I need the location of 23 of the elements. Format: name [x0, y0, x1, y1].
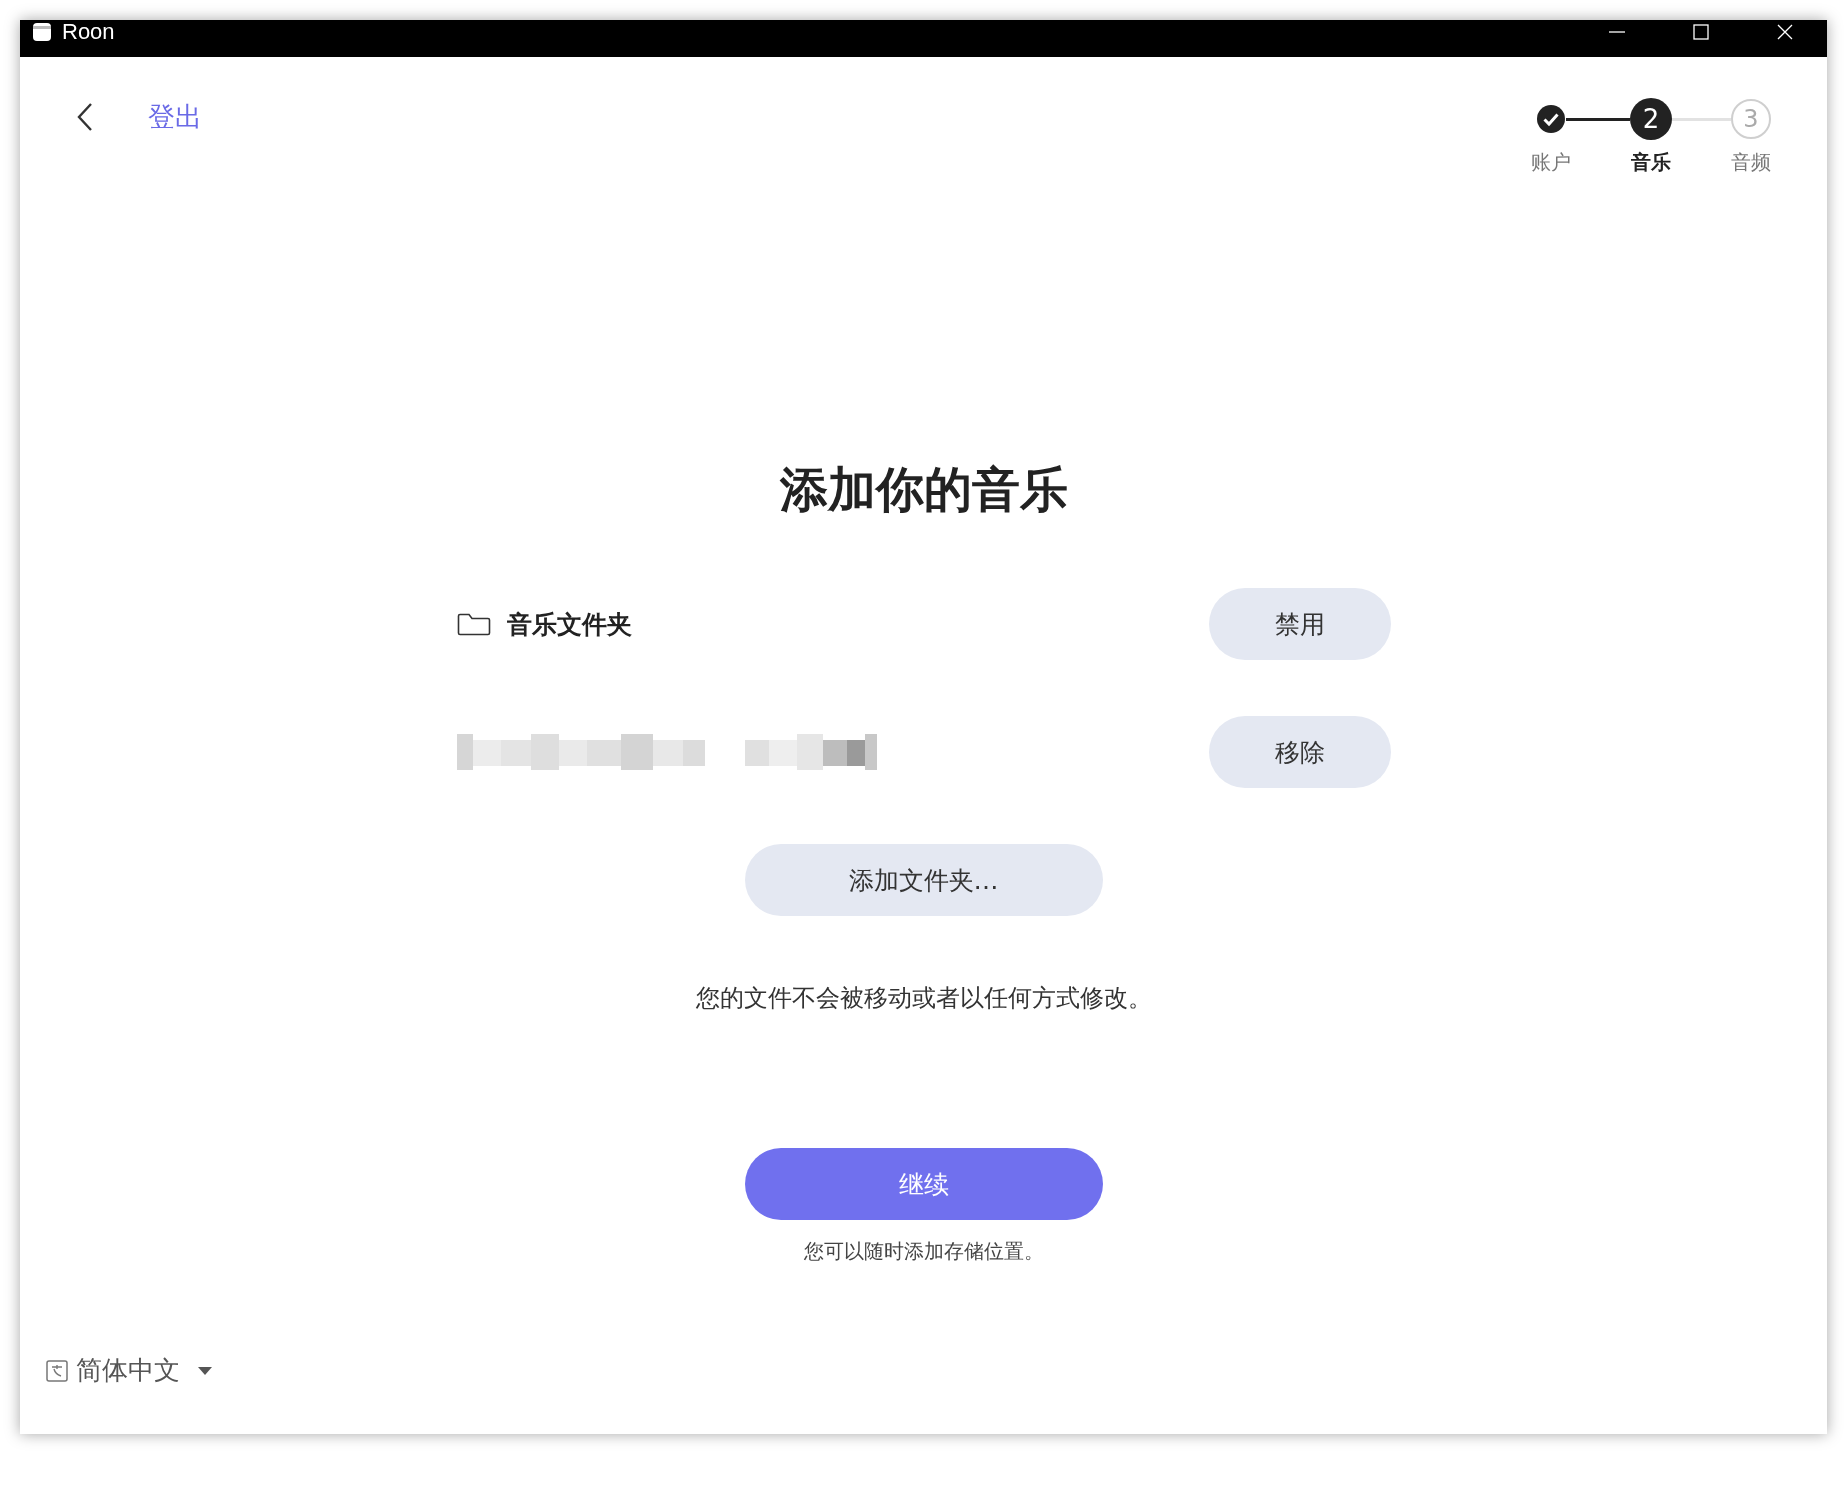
page-heading: 添加你的音乐 [779, 460, 1068, 519]
disable-button[interactable]: 禁用 [1208, 588, 1391, 660]
folder-name: 音乐文件夹 [506, 608, 632, 641]
continue-button[interactable]: 继续 [744, 1148, 1103, 1220]
add-folder-button[interactable]: 添加文件夹… [744, 844, 1103, 916]
translate-icon [46, 1359, 68, 1382]
back-icon[interactable] [76, 102, 94, 132]
app-icon [32, 21, 52, 42]
remove-button[interactable]: 移除 [1208, 716, 1391, 788]
hint-text: 您可以随时添加存储位置。 [803, 1238, 1044, 1265]
step-number: 2 [1630, 98, 1672, 140]
info-text: 您的文件不会被移动或者以任何方式修改。 [695, 983, 1152, 1014]
step-number: 3 [1731, 99, 1771, 139]
logout-link[interactable]: 登出 [148, 99, 202, 135]
language-selector[interactable]: 简体中文 [46, 1353, 212, 1388]
close-icon[interactable] [1777, 23, 1793, 40]
folder-icon [456, 612, 491, 636]
step-label: 音频 [1731, 149, 1771, 176]
step-label: 音乐 [1631, 149, 1671, 176]
caret-icon [198, 1365, 212, 1376]
window-title: Roon [62, 18, 115, 45]
step-label: 账户 [1531, 149, 1571, 176]
maximize-icon[interactable] [1693, 23, 1709, 40]
